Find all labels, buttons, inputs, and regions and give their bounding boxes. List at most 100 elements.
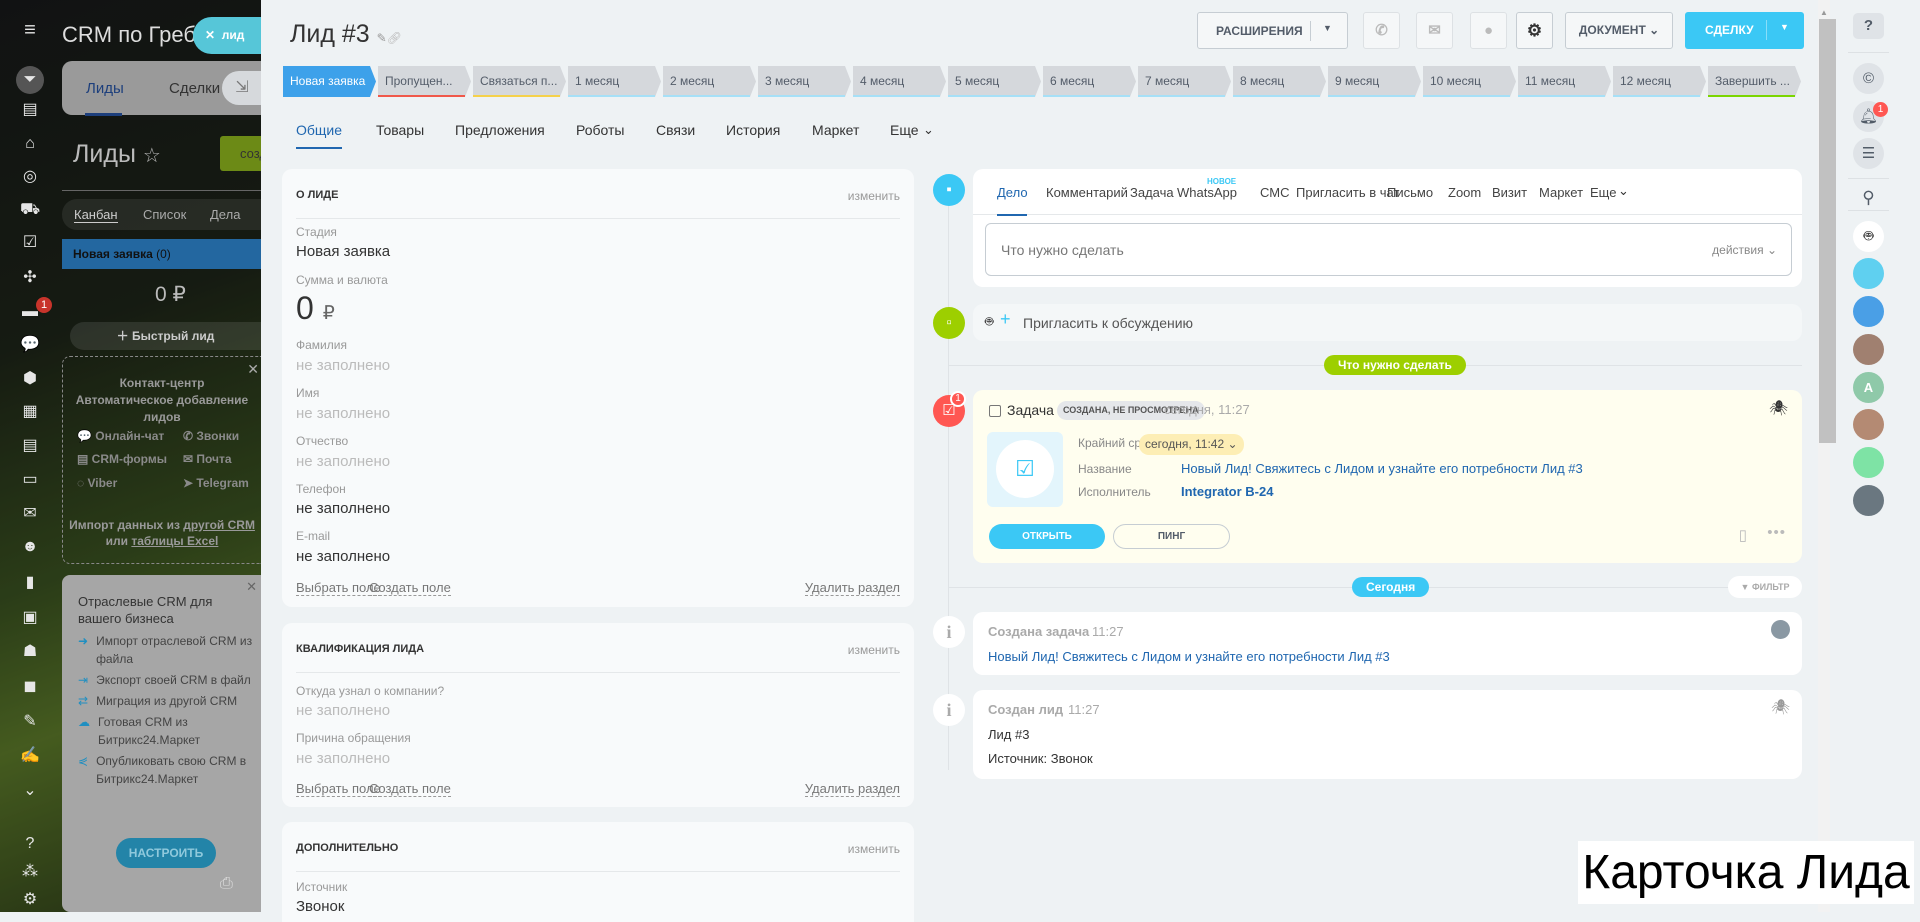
stage-10[interactable]: 7 месяц — [1138, 66, 1231, 97]
source-value[interactable]: Звонок — [296, 898, 344, 915]
task-name-link[interactable]: Новый Лид! Свяжитесь с Лидом и узнайте е… — [1181, 461, 1583, 476]
stage-13[interactable]: 10 месяц — [1423, 66, 1516, 97]
tab-5[interactable]: Связи — [656, 122, 695, 138]
edit-section-link[interactable]: изменить — [848, 189, 900, 203]
vk-dog-avatar[interactable] — [1853, 296, 1884, 327]
ping-button[interactable]: ПИНГ — [1113, 524, 1230, 549]
user-avatar[interactable] — [1853, 409, 1884, 440]
tab-4[interactable]: Роботы — [576, 122, 624, 138]
event-task-link[interactable]: Новый Лид! Свяжитесь с Лидом и узнайте е… — [988, 649, 1390, 664]
phone-value[interactable]: не заполнено — [296, 500, 390, 517]
source-company-value[interactable]: не заполнено — [296, 702, 390, 719]
import-other-crm-link[interactable]: другой CRM — [183, 518, 255, 532]
composer-tab-2[interactable]: Комментарий — [1046, 185, 1128, 200]
print-icon[interactable]: ⎙ — [220, 875, 233, 893]
stage-8[interactable]: 5 месяц — [948, 66, 1041, 97]
channel-viber[interactable]: ◌ Viber — [77, 476, 117, 490]
target-icon[interactable]: ◎ — [20, 167, 40, 187]
edit-pencil-icon[interactable]: ✎ — [377, 31, 387, 45]
box-icon[interactable]: ◼ — [20, 677, 40, 697]
tasks-icon[interactable]: ☑ — [20, 233, 40, 253]
todo-input[interactable]: Что нужно сделать действия ⌄ — [985, 223, 1792, 276]
hexagon-icon[interactable]: ⬢ — [20, 369, 40, 389]
export-icon[interactable]: ⇲ — [222, 71, 261, 105]
composer-tab-1[interactable]: Дело — [997, 185, 1028, 200]
actions-dropdown[interactable]: действия ⌄ — [1712, 243, 1777, 257]
channel-mail[interactable]: ✉ Почта — [183, 452, 232, 466]
industry-item[interactable]: ⇥ Экспорт своей CRM в файл — [78, 671, 258, 689]
stage-7[interactable]: 4 месяц — [853, 66, 946, 97]
create-field-link[interactable]: Создать поле — [369, 580, 451, 596]
chat-avatar[interactable] — [1853, 258, 1884, 289]
composer-tab-4[interactable]: WhatsApp — [1177, 185, 1237, 200]
bot-avatar[interactable]: 🤖︎ — [1853, 221, 1884, 252]
user-avatar[interactable] — [1771, 620, 1790, 639]
close-slider-pill[interactable]: ✕ лид — [193, 17, 261, 54]
stage-14[interactable]: 11 месяц — [1518, 66, 1611, 97]
delete-section-link[interactable]: Удалить раздел — [804, 781, 900, 797]
settings-icon[interactable]: ⚙ — [20, 890, 40, 910]
calendar-list-icon[interactable]: ▤ — [20, 100, 40, 120]
tab-3[interactable]: Предложения — [455, 122, 545, 138]
menu-icon[interactable]: ≡ — [20, 20, 40, 40]
import-excel-link[interactable]: таблицы Excel — [131, 534, 218, 548]
tab-6[interactable]: История — [726, 122, 780, 138]
industry-item[interactable]: ⇄ Миграция из другой CRM — [78, 692, 258, 710]
stage-15[interactable]: 12 месяц — [1613, 66, 1706, 97]
chat-icon[interactable]: 💬 — [20, 335, 40, 355]
composer-tab-11[interactable]: Еще — [1590, 185, 1616, 200]
amount-value[interactable]: 0 ₽ — [296, 290, 335, 327]
industry-item[interactable]: ☁ Готовая CRM из Битрикс24.Маркет — [78, 713, 258, 749]
composer-tab-6[interactable]: Пригласить в чат — [1296, 185, 1399, 200]
edit-section-link[interactable]: изменить — [848, 643, 900, 657]
email-value[interactable]: не заполнено — [296, 548, 390, 565]
analytics-icon[interactable]: ▮ — [20, 573, 40, 593]
invite-discussion[interactable]: 🤖︎ + Пригласить к обсуждению — [973, 304, 1802, 341]
create-field-link[interactable]: Создать поле — [369, 781, 451, 797]
stage-9[interactable]: 6 месяц — [1043, 66, 1136, 97]
chevron-down-icon[interactable]: ⌄ — [923, 122, 934, 138]
stage-3[interactable]: Связаться п... — [473, 66, 566, 97]
create-deal-button[interactable]: СДЕЛКУ ▼ — [1685, 12, 1804, 49]
view-tab-list[interactable]: Список — [143, 207, 186, 222]
tab-2[interactable]: Товары — [376, 122, 424, 138]
channel-online-chat[interactable]: 💬 Онлайн-чат — [77, 429, 164, 443]
help-icon[interactable]: ? — [20, 834, 40, 854]
help-icon[interactable]: ? — [1853, 13, 1884, 39]
email-button[interactable]: ✉ — [1416, 12, 1453, 49]
messenger-icon[interactable]: ☰ — [1853, 138, 1884, 169]
complete-checkbox[interactable] — [989, 405, 1001, 417]
drive-icon[interactable]: ▭ — [20, 470, 40, 490]
search-icon[interactable]: ⚲ — [1853, 182, 1884, 213]
user-avatar-letter[interactable]: A — [1853, 372, 1884, 403]
calendar-icon[interactable]: ▦ — [20, 402, 40, 422]
extensions-button[interactable]: РАСШИРЕНИЯ ▼ — [1197, 12, 1348, 49]
call-button[interactable]: ✆ — [1363, 12, 1400, 49]
last-name-value[interactable]: не заполнено — [296, 357, 390, 374]
view-tab-kanban[interactable]: Канбан — [74, 207, 118, 223]
mail-icon[interactable]: ✉ — [20, 504, 40, 524]
robot-icon[interactable]: ☗ — [20, 642, 40, 662]
link-icon[interactable]: 🔗︎ — [387, 31, 402, 45]
more-chevron-icon[interactable]: ⌄ — [20, 781, 40, 801]
team-icon[interactable]: ☻ — [20, 537, 40, 557]
stage-1[interactable]: Новая заявка — [283, 66, 376, 97]
stage-2[interactable]: Пропущен... — [378, 66, 471, 97]
stage-value[interactable]: Новая заявка — [296, 243, 390, 260]
tab-deals[interactable]: Сделки — [169, 80, 220, 97]
tab-8[interactable]: Еще — [890, 122, 919, 138]
tab-7[interactable]: Маркет — [812, 122, 859, 138]
composer-tab-7[interactable]: Письмо — [1387, 185, 1433, 200]
channel-calls[interactable]: ✆ Звонки — [183, 429, 239, 443]
filter-button[interactable]: ▼ ФИЛЬТР — [1728, 576, 1802, 598]
filter-icon[interactable]: ⏷ — [16, 66, 44, 94]
settings-button[interactable]: ⚙ — [1516, 12, 1553, 49]
chat-button[interactable]: ● — [1470, 12, 1507, 49]
scrollbar[interactable]: ▲ — [1818, 0, 1836, 912]
reason-value[interactable]: не заполнено — [296, 750, 390, 767]
chevron-down-icon[interactable]: ⌄ — [1618, 183, 1629, 199]
stage-4[interactable]: 1 месяц — [568, 66, 661, 97]
edit-doc-icon[interactable]: ✎ — [20, 712, 40, 732]
create-button[interactable]: создать — [220, 136, 261, 171]
home-icon[interactable]: ⌂ — [20, 134, 40, 154]
